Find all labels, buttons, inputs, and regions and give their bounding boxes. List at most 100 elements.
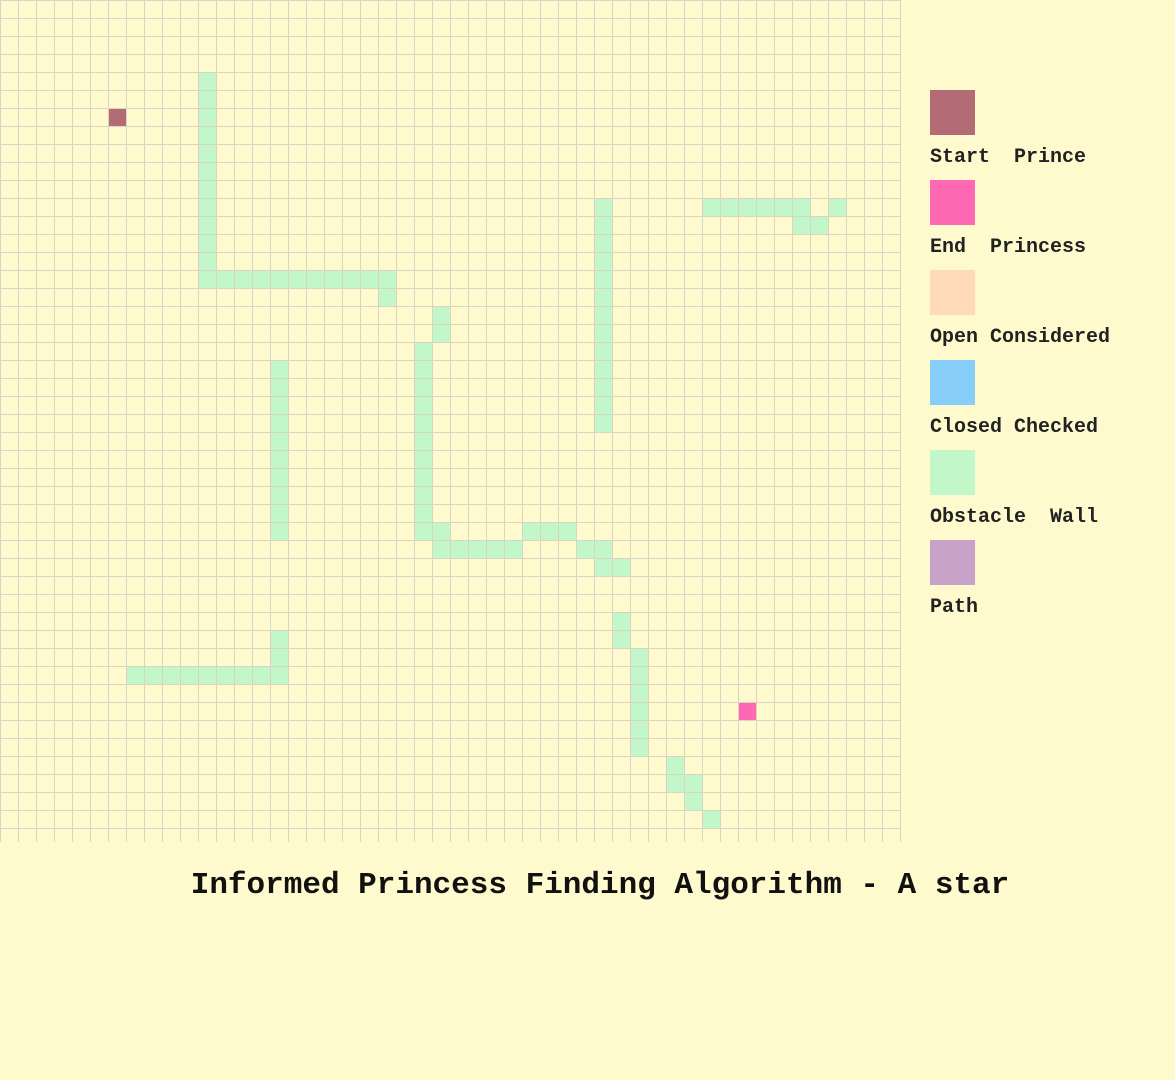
- obstacle-cell[interactable]: [414, 396, 432, 414]
- obstacle-cell[interactable]: [630, 702, 648, 720]
- obstacle-cell[interactable]: [270, 414, 288, 432]
- obstacle-cell[interactable]: [504, 540, 522, 558]
- obstacle-cell[interactable]: [594, 414, 612, 432]
- obstacle-cell[interactable]: [270, 378, 288, 396]
- obstacle-cell[interactable]: [342, 270, 360, 288]
- obstacle-cell[interactable]: [594, 324, 612, 342]
- obstacle-cell[interactable]: [594, 396, 612, 414]
- obstacle-cell[interactable]: [792, 198, 810, 216]
- obstacle-cell[interactable]: [594, 540, 612, 558]
- obstacle-cell[interactable]: [414, 378, 432, 396]
- obstacle-cell[interactable]: [162, 666, 180, 684]
- obstacle-cell[interactable]: [198, 72, 216, 90]
- obstacle-cell[interactable]: [270, 522, 288, 540]
- obstacle-cell[interactable]: [612, 630, 630, 648]
- obstacle-cell[interactable]: [594, 378, 612, 396]
- obstacle-cell[interactable]: [684, 774, 702, 792]
- obstacle-cell[interactable]: [198, 216, 216, 234]
- obstacle-cell[interactable]: [666, 774, 684, 792]
- obstacle-cell[interactable]: [720, 198, 738, 216]
- obstacle-cell[interactable]: [414, 522, 432, 540]
- obstacle-cell[interactable]: [630, 648, 648, 666]
- obstacle-cell[interactable]: [216, 666, 234, 684]
- end-cell[interactable]: [738, 702, 756, 720]
- obstacle-cell[interactable]: [378, 270, 396, 288]
- obstacle-cell[interactable]: [630, 738, 648, 756]
- obstacle-cell[interactable]: [270, 468, 288, 486]
- obstacle-cell[interactable]: [378, 288, 396, 306]
- obstacle-cell[interactable]: [594, 306, 612, 324]
- obstacle-cell[interactable]: [198, 198, 216, 216]
- obstacle-cell[interactable]: [414, 342, 432, 360]
- obstacle-cell[interactable]: [468, 540, 486, 558]
- obstacle-cell[interactable]: [198, 666, 216, 684]
- obstacle-cell[interactable]: [774, 198, 792, 216]
- obstacle-cell[interactable]: [306, 270, 324, 288]
- obstacle-cell[interactable]: [270, 450, 288, 468]
- obstacle-cell[interactable]: [414, 450, 432, 468]
- obstacle-cell[interactable]: [558, 522, 576, 540]
- obstacle-cell[interactable]: [702, 810, 720, 828]
- obstacle-cell[interactable]: [594, 288, 612, 306]
- obstacle-cell[interactable]: [270, 270, 288, 288]
- obstacle-cell[interactable]: [360, 270, 378, 288]
- obstacle-cell[interactable]: [198, 180, 216, 198]
- obstacle-cell[interactable]: [270, 432, 288, 450]
- obstacle-cell[interactable]: [594, 558, 612, 576]
- obstacle-cell[interactable]: [198, 234, 216, 252]
- obstacle-cell[interactable]: [684, 792, 702, 810]
- obstacle-cell[interactable]: [270, 648, 288, 666]
- obstacle-cell[interactable]: [252, 270, 270, 288]
- obstacle-cell[interactable]: [594, 216, 612, 234]
- obstacle-cell[interactable]: [450, 540, 468, 558]
- obstacle-cell[interactable]: [234, 270, 252, 288]
- obstacle-cell[interactable]: [198, 162, 216, 180]
- obstacle-cell[interactable]: [432, 540, 450, 558]
- obstacle-cell[interactable]: [666, 756, 684, 774]
- obstacle-cell[interactable]: [270, 504, 288, 522]
- obstacle-cell[interactable]: [198, 252, 216, 270]
- obstacle-cell[interactable]: [594, 342, 612, 360]
- obstacle-cell[interactable]: [702, 198, 720, 216]
- obstacle-cell[interactable]: [288, 270, 306, 288]
- obstacle-cell[interactable]: [144, 666, 162, 684]
- obstacle-cell[interactable]: [612, 558, 630, 576]
- obstacle-cell[interactable]: [180, 666, 198, 684]
- grid-board[interactable]: [0, 0, 902, 842]
- obstacle-cell[interactable]: [270, 666, 288, 684]
- obstacle-cell[interactable]: [252, 666, 270, 684]
- obstacle-cell[interactable]: [414, 432, 432, 450]
- obstacle-cell[interactable]: [234, 666, 252, 684]
- obstacle-cell[interactable]: [594, 198, 612, 216]
- obstacle-cell[interactable]: [486, 540, 504, 558]
- obstacle-cell[interactable]: [630, 666, 648, 684]
- obstacle-cell[interactable]: [198, 144, 216, 162]
- obstacle-cell[interactable]: [828, 198, 846, 216]
- obstacle-cell[interactable]: [594, 252, 612, 270]
- obstacle-cell[interactable]: [810, 216, 828, 234]
- obstacle-cell[interactable]: [126, 666, 144, 684]
- obstacle-cell[interactable]: [432, 324, 450, 342]
- obstacle-cell[interactable]: [324, 270, 342, 288]
- obstacle-cell[interactable]: [414, 360, 432, 378]
- obstacle-cell[interactable]: [522, 522, 540, 540]
- obstacle-cell[interactable]: [270, 396, 288, 414]
- obstacle-cell[interactable]: [594, 360, 612, 378]
- obstacle-cell[interactable]: [594, 234, 612, 252]
- obstacle-cell[interactable]: [576, 540, 594, 558]
- obstacle-cell[interactable]: [540, 522, 558, 540]
- obstacle-cell[interactable]: [198, 270, 216, 288]
- obstacle-cell[interactable]: [630, 684, 648, 702]
- obstacle-cell[interactable]: [432, 306, 450, 324]
- obstacle-cell[interactable]: [630, 720, 648, 738]
- obstacle-cell[interactable]: [198, 90, 216, 108]
- obstacle-cell[interactable]: [198, 108, 216, 126]
- obstacle-cell[interactable]: [414, 468, 432, 486]
- obstacle-cell[interactable]: [270, 486, 288, 504]
- obstacle-cell[interactable]: [270, 630, 288, 648]
- obstacle-cell[interactable]: [756, 198, 774, 216]
- obstacle-cell[interactable]: [414, 486, 432, 504]
- obstacle-cell[interactable]: [792, 216, 810, 234]
- obstacle-cell[interactable]: [738, 198, 756, 216]
- obstacle-cell[interactable]: [414, 504, 432, 522]
